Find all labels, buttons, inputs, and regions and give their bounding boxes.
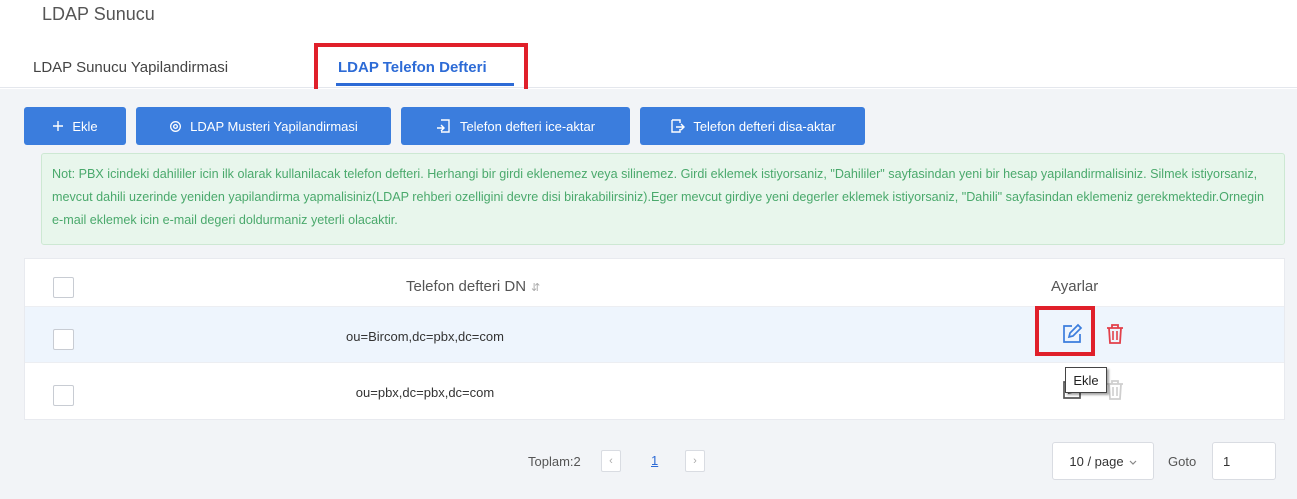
chevron-down-icon: [1129, 454, 1137, 469]
import-phonebook-label: Telefon defteri ice-aktar: [459, 118, 596, 134]
settings-icon: [169, 120, 182, 133]
pagination: Toplam:2 ‹ 1 › 10 / page Goto: [0, 442, 1297, 480]
ldap-client-config-label: LDAP Musteri Yapilandirmasi: [190, 118, 358, 134]
select-all-checkbox[interactable]: [53, 277, 74, 298]
row-dn-value: ou=pbx,dc=pbx,dc=com: [355, 385, 495, 400]
chevron-left-icon[interactable]: ‹: [601, 450, 621, 472]
phonebook-table: Telefon defteri DN ⇵ Ayarlar ou=Bircom,dc…: [24, 258, 1285, 420]
total-count: Toplam:2: [528, 454, 581, 469]
sort-icon[interactable]: ⇵: [531, 281, 540, 294]
tab-bar: LDAP Sunucu Yapilandirmasi LDAP Telefon …: [0, 40, 1297, 88]
export-phonebook-button[interactable]: Telefon defteri disa-aktar: [640, 107, 865, 145]
chevron-right-icon[interactable]: ›: [685, 450, 705, 472]
tooltip: Ekle: [1065, 367, 1107, 393]
trash-icon[interactable]: [1103, 320, 1127, 348]
goto-label: Goto: [1168, 454, 1197, 469]
export-phonebook-label: Telefon defteri disa-aktar: [693, 118, 836, 134]
ldap-client-config-button[interactable]: LDAP Musteri Yapilandirmasi: [136, 107, 391, 145]
toolbar: Ekle LDAP Musteri Yapilandirmasi Telefon…: [24, 107, 865, 145]
column-header-settings: Ayarlar: [1051, 278, 1099, 295]
row-dn-value: ou=Bircom,dc=pbx,dc=com: [346, 329, 504, 344]
page-size-value: 10 / page: [1069, 453, 1124, 469]
import-icon: [436, 118, 452, 134]
table-header: Telefon defteri DN ⇵ Ayarlar: [25, 259, 1284, 307]
tab-ldap-server-config[interactable]: LDAP Sunucu Yapilandirmasi: [33, 59, 228, 76]
info-note: Not: PBX icindeki dahililer icin ilk ola…: [41, 153, 1285, 245]
page-number[interactable]: 1: [651, 453, 658, 468]
column-header-dn-label: Telefon defteri DN: [406, 278, 527, 295]
import-phonebook-button[interactable]: Telefon defteri ice-aktar: [401, 107, 630, 145]
plus-icon: [52, 120, 64, 132]
add-button-label: Ekle: [72, 118, 98, 134]
goto-input[interactable]: [1212, 442, 1276, 480]
page-title: LDAP Sunucu: [42, 4, 155, 24]
table-row: ou=Bircom,dc=pbx,dc=com: [25, 307, 1284, 363]
export-icon: [669, 118, 686, 134]
add-button[interactable]: Ekle: [24, 107, 126, 145]
column-header-dn[interactable]: Telefon defteri DN ⇵: [406, 278, 540, 295]
highlight-box-edit: [1035, 306, 1095, 356]
page-size-select[interactable]: 10 / page: [1052, 442, 1154, 480]
